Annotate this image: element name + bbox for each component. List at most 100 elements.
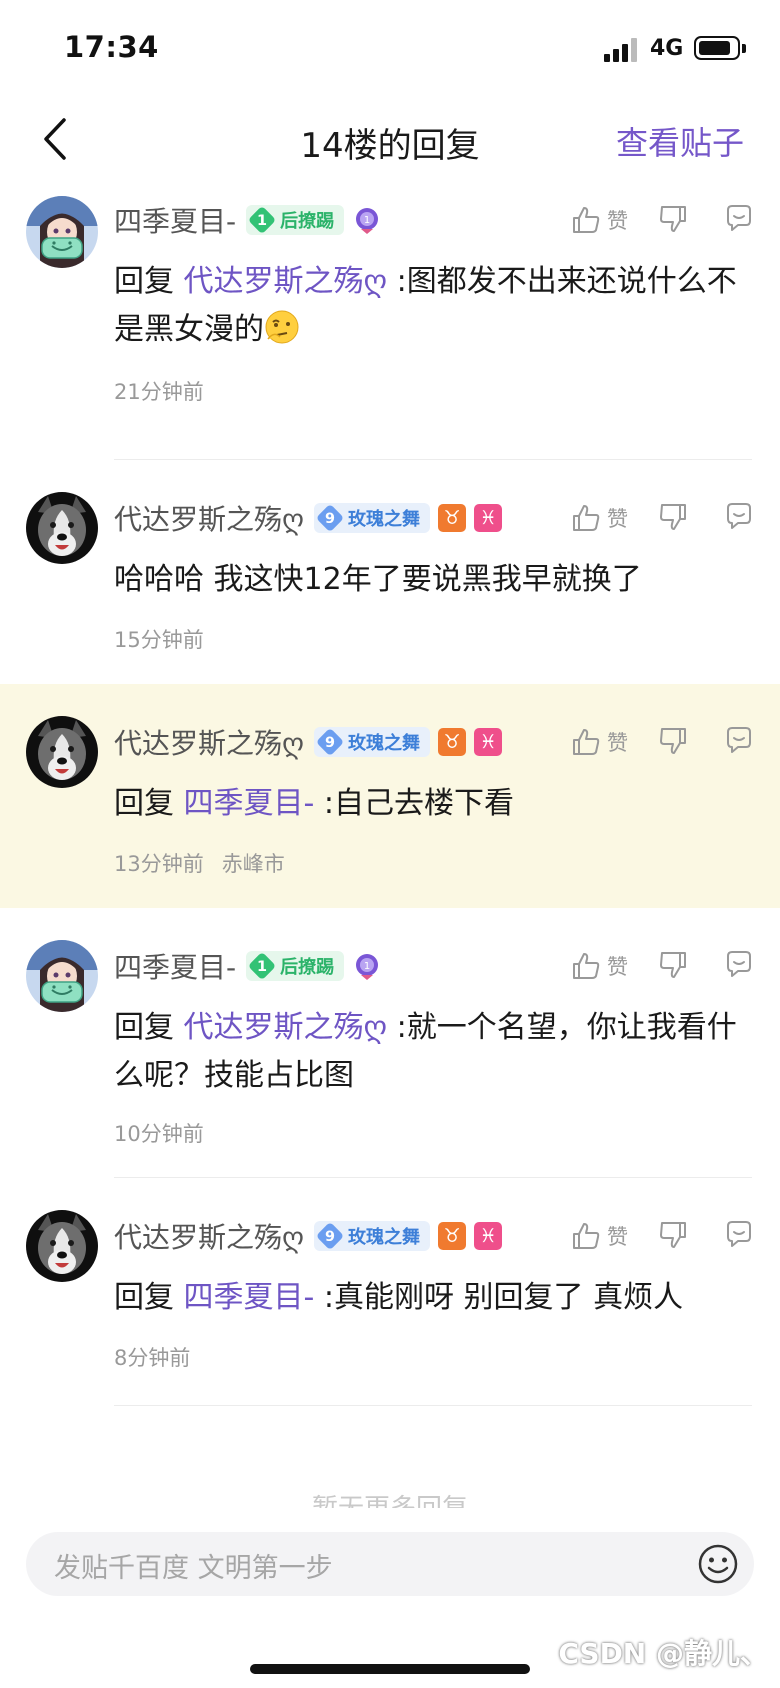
reply-item[interactable]: 代达罗斯之殇ღ 9 玫瑰之舞 ♉ ♓ 赞 回复 四季夏目- :真能刚呀 别回复了… [0,1178,780,1406]
level-badge: 9 玫瑰之舞 [314,503,431,533]
avatar[interactable] [26,492,98,564]
like-label: 赞 [607,955,628,979]
user-row: 代达罗斯之殇ღ 9 玫瑰之舞 ♉ ♓ [114,1216,503,1256]
smiley-icon [698,1544,738,1584]
reply-item-highlighted[interactable]: 代达罗斯之殇ღ 9 玫瑰之舞 ♉ ♓ 赞 回复 四季夏目- :自己去楼下看 13… [0,684,780,908]
reply-list: 四季夏目- 1 后撩踢 1 赞 回复 代达罗斯之殇ღ :图都发不出来还说什么不是… [0,186,780,1406]
comment-button[interactable] [724,1219,754,1253]
user-row: 代达罗斯之殇ღ 9 玫瑰之舞 ♉ ♓ [114,722,503,762]
reply-meta: 10分钟前 [114,1118,204,1148]
username[interactable]: 四季夏目- [114,946,236,986]
level-number: 1 [257,211,268,229]
reply-item[interactable]: 四季夏目- 1 后撩踢 1 赞 回复 代达罗斯之殇ღ :图都发不出来还说什么不是… [0,186,780,460]
thumbs-down-icon [660,504,686,530]
like-button[interactable]: 赞 [571,727,628,757]
reply-text: :真能刚呀 别回复了 真烦人 [314,1280,684,1315]
comment-button[interactable] [724,949,754,983]
home-indicator[interactable] [250,1664,530,1674]
level-title: 后撩踢 [280,211,335,232]
avatar[interactable] [26,196,98,268]
avatar[interactable] [26,716,98,788]
medal-icon: 1 [356,954,379,980]
avatar[interactable] [26,1210,98,1282]
username[interactable]: 四季夏目- [114,200,236,240]
like-button[interactable]: 赞 [571,503,628,533]
reply-prefix: 回复 [114,786,184,821]
level-number: 9 [324,733,336,751]
mention-link[interactable]: 四季夏目- [184,786,315,821]
reply-prefix: 回复 [114,1010,184,1045]
reply-item[interactable]: 代达罗斯之殇ღ 9 玫瑰之舞 ♉ ♓ 赞 哈哈哈 我这快12年了要说黑我早就换了 [0,460,780,684]
like-label: 赞 [607,507,628,531]
level-badge: 1 后撩踢 [246,951,345,981]
thinking-emoji-icon [265,310,299,344]
like-button[interactable]: 赞 [571,951,628,981]
reply-item[interactable]: 四季夏目- 1 后撩踢 1 赞 回复 代达罗斯之殇ღ :就一个名望，你让我看什么… [0,908,780,1178]
like-label: 赞 [607,731,628,755]
comment-icon [727,503,751,529]
comment-button[interactable] [724,501,754,535]
mention-link[interactable]: 代达罗斯之殇ღ [184,264,388,299]
thumbs-down-icon [660,952,686,978]
level-title: 玫瑰之舞 [348,1227,421,1248]
view-post-link[interactable]: 查看贴子 [616,118,744,164]
like-button[interactable]: 赞 [571,205,628,235]
reply-content: 回复 四季夏目- :真能刚呀 别回复了 真烦人 [114,1274,740,1322]
mention-link[interactable]: 代达罗斯之殇ღ [184,1010,388,1045]
reply-actions: 赞 [571,496,754,540]
reply-input[interactable]: 发贴千百度 文明第一步 [26,1532,754,1596]
dislike-button[interactable] [658,203,688,237]
reply-actions: 赞 [571,1214,754,1258]
comment-icon [727,727,751,753]
like-button[interactable]: 赞 [571,1221,628,1251]
divider [114,1405,752,1406]
reply-actions: 赞 [571,720,754,764]
reply-time: 10分钟前 [114,1122,204,1146]
dislike-button[interactable] [658,725,688,759]
like-label: 赞 [607,209,628,233]
reply-content: 哈哈哈 我这快12年了要说黑我早就换了 [114,556,740,604]
reply-time: 13分钟前 [114,852,204,876]
user-row: 四季夏目- 1 后撩踢 1 [114,946,382,986]
thumbs-up-icon [573,953,600,979]
thumbs-up-icon [573,207,600,233]
status-time: 17:34 [64,30,159,64]
dislike-button[interactable] [658,949,688,983]
reply-content: 回复 四季夏目- :自己去楼下看 [114,780,740,828]
username[interactable]: 代达罗斯之殇ღ [114,722,304,762]
reply-meta: 21分钟前 [114,376,204,406]
reply-prefix: 回复 [114,264,184,299]
mention-link[interactable]: 四季夏目- [184,1280,315,1315]
username[interactable]: 代达罗斯之殇ღ [114,1216,304,1256]
svg-text:1: 1 [364,961,370,972]
svg-text:1: 1 [364,215,370,226]
avatar[interactable] [26,940,98,1012]
reply-time: 21分钟前 [114,380,204,404]
comment-button[interactable] [724,725,754,759]
reply-actions: 赞 [571,198,754,242]
reply-text: 哈哈哈 我这快12年了要说黑我早就换了 [114,562,642,597]
user-row: 代达罗斯之殇ღ 9 玫瑰之舞 ♉ ♓ [114,498,503,538]
bottom-input-bar: 发贴千百度 文明第一步 CSDN @静儿、 [0,1508,780,1688]
thumbs-up-icon [573,1223,600,1249]
dislike-button[interactable] [658,1219,688,1253]
emoji-button[interactable] [696,1542,740,1586]
status-bar: 17:34 4G [0,0,780,96]
thumbs-down-icon [660,206,686,232]
reply-prefix: 回复 [114,1280,184,1315]
level-number: 9 [324,1227,336,1245]
reply-meta: 13分钟前 赤峰市 [114,848,285,878]
username[interactable]: 代达罗斯之殇ღ [114,498,304,538]
comment-icon [727,951,751,977]
level-title: 后撩踢 [280,957,335,978]
level-badge: 9 玫瑰之舞 [314,1221,431,1251]
thumbs-down-icon [660,728,686,754]
comment-button[interactable] [724,203,754,237]
dislike-button[interactable] [658,501,688,535]
header: 14楼的回复 查看贴子 [0,100,780,180]
taurus-icon: ♉ [438,1222,467,1250]
level-badge: 1 后撩踢 [246,205,345,235]
level-title: 玫瑰之舞 [348,509,421,530]
level-badge: 9 玫瑰之舞 [314,727,431,757]
pisces-icon: ♓ [474,504,503,532]
